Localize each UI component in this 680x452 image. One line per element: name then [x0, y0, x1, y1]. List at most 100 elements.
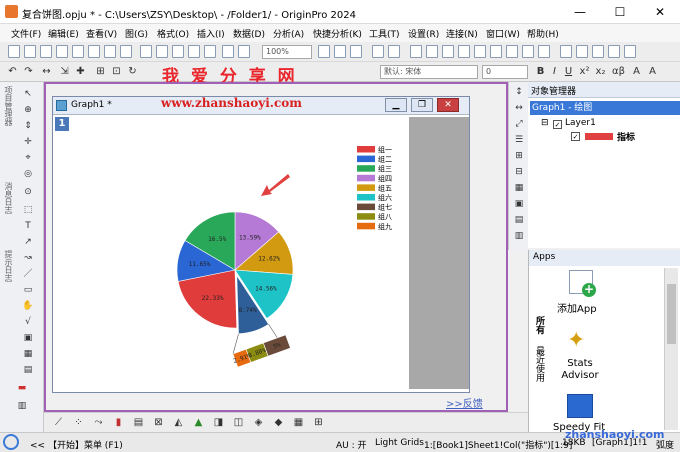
object-manager-icon[interactable] — [506, 45, 518, 58]
apps-gallery-icon[interactable] — [522, 45, 534, 58]
insert-image-icon[interactable]: ▦ — [22, 348, 34, 360]
graph-title-bar[interactable]: Graph1 * www.zhanshaoyi.com ▁ ❐ ✕ — [53, 96, 469, 115]
bold-button[interactable]: B — [534, 65, 547, 78]
curved-arrow-icon[interactable]: ↝ — [22, 252, 34, 264]
subscript-button[interactable]: x₂ — [594, 65, 607, 78]
add-legend-icon[interactable]: ☰ — [513, 134, 525, 146]
print-icon[interactable] — [238, 45, 250, 58]
merge-layers-icon[interactable]: ▤ — [513, 214, 525, 226]
messages-log-icon[interactable] — [474, 45, 486, 58]
add-axis-icon[interactable]: ⊟ — [513, 166, 525, 178]
menu-data[interactable]: 数据(D) — [233, 27, 265, 40]
r-console-icon[interactable] — [624, 45, 636, 58]
zoom-tool-icon[interactable]: ⊕ — [22, 104, 34, 116]
tree-item-plot[interactable]: 指标 — [617, 130, 635, 143]
command-window-icon[interactable] — [442, 45, 454, 58]
redo-icon[interactable]: ↷ — [22, 65, 35, 78]
recalculate-icon[interactable] — [350, 45, 362, 58]
pie-chart[interactable]: 13.59% 12.62% 14.56% 8.74% 22.33% 11.65% 16.5%… — [55, 117, 409, 389]
multi-panel-icon[interactable]: ◨ — [212, 416, 225, 429]
open-excel-icon[interactable] — [172, 45, 184, 58]
screen-reader-icon[interactable]: ✛ — [22, 136, 34, 148]
insert-graph-icon[interactable]: ▣ — [22, 332, 34, 344]
template-library-icon[interactable]: ▦ — [292, 416, 305, 429]
pointer-tool-icon[interactable]: ↖ — [22, 88, 34, 100]
new-function-icon[interactable] — [104, 45, 116, 58]
line-plot-icon[interactable]: ⟋ — [52, 416, 65, 429]
feedback-link[interactable]: >>反馈 — [446, 395, 483, 410]
speedy-fit-icon[interactable] — [567, 394, 593, 418]
graph-window[interactable]: Graph1 * www.zhanshaoyi.com ▁ ❐ ✕ 13.59%… — [52, 96, 470, 393]
add-app-icon[interactable]: + — [569, 270, 596, 297]
new-graph-icon[interactable] — [56, 45, 68, 58]
tree-item-graph[interactable]: Graph1 - 绘图 — [530, 101, 680, 115]
line-tool-icon[interactable]: ／ — [22, 268, 34, 280]
line-symbol-icon[interactable]: ⤳ — [92, 416, 105, 429]
status-start-menu[interactable]: << 【开始】菜单 (F1) — [30, 438, 123, 451]
data-reader-icon[interactable]: ⌖ — [22, 152, 34, 164]
add-column-icon[interactable] — [372, 45, 384, 58]
underline-button[interactable]: U — [562, 65, 575, 78]
bar-plot-icon[interactable]: ▤ — [132, 416, 145, 429]
region-icon[interactable]: ⬚ — [22, 204, 34, 216]
save-icon[interactable] — [188, 45, 200, 58]
text-tool-icon[interactable]: T — [22, 220, 34, 232]
app-center-icon[interactable] — [576, 45, 588, 58]
menu-settings[interactable]: 设置(R) — [408, 27, 439, 40]
learning-center-icon[interactable] — [538, 45, 550, 58]
new-matrix-icon[interactable] — [40, 45, 52, 58]
project-explorer-icon[interactable] — [410, 45, 422, 58]
close-button[interactable]: ✕ — [640, 0, 680, 24]
menu-file[interactable]: 文件(F) — [11, 27, 41, 40]
menu-analysis[interactable]: 分析(A) — [273, 27, 304, 40]
import-icon[interactable] — [222, 45, 234, 58]
code-builder-icon[interactable] — [388, 45, 400, 58]
script-window-icon[interactable] — [458, 45, 470, 58]
layer-checkbox[interactable]: ✓ — [553, 120, 562, 129]
menu-window[interactable]: 窗口(W) — [486, 27, 520, 40]
area-plot-icon[interactable]: ◭ — [172, 416, 185, 429]
smart-hint-icon[interactable] — [490, 45, 502, 58]
graph-minimize-button[interactable]: ▁ — [385, 98, 407, 112]
superscript-button[interactable]: x² — [578, 65, 591, 78]
app-label-add[interactable]: 添加App — [557, 300, 597, 315]
pointer-icon[interactable]: ↔ — [40, 65, 53, 78]
refresh-icon[interactable] — [318, 45, 330, 58]
graph-restore-button[interactable]: ❐ — [411, 98, 433, 112]
project-explorer-tab[interactable]: 项目管理器 — [3, 86, 14, 126]
graph-page[interactable]: 13.59% 12.62% 14.56% 8.74% 22.33% 11.65% 16.5%… — [55, 117, 409, 389]
minimize-button[interactable]: — — [560, 0, 600, 24]
menu-insert[interactable]: 插入(I) — [197, 27, 225, 40]
menu-edit[interactable]: 编辑(E) — [48, 27, 79, 40]
new-project-icon[interactable] — [8, 45, 20, 58]
scatter-plot-icon[interactable]: ⁘ — [72, 416, 85, 429]
insert-table-icon[interactable]: ▤ — [22, 364, 34, 376]
message-log-tab[interactable]: 消息日志 — [3, 182, 14, 214]
rescale-icon[interactable]: ⇲ — [58, 65, 71, 78]
apps-tab-all[interactable]: 所有 — [533, 316, 546, 334]
hand-tool-icon[interactable]: ✋ — [22, 300, 34, 312]
greek-button[interactable]: αβ — [612, 65, 625, 78]
python-icon[interactable] — [608, 45, 620, 58]
magic-wand-icon[interactable]: ✦ — [567, 328, 585, 353]
tips-log-tab[interactable]: 提示日志 — [3, 250, 14, 282]
apps-tab-recent[interactable]: 最近使用 — [533, 346, 546, 382]
equation-tool-icon[interactable]: √ — [22, 316, 34, 328]
menu-view[interactable]: 查看(V) — [86, 27, 117, 40]
zoom-in-icon[interactable]: ✚ — [74, 65, 87, 78]
annotation-icon[interactable]: ⊙ — [22, 186, 34, 198]
rescale-x-icon[interactable]: ↕ — [513, 86, 525, 98]
menu-help[interactable]: 帮助(H) — [527, 27, 559, 40]
new-layout-icon[interactable] — [72, 45, 84, 58]
app-label-stats-advisor[interactable]: Stats Advisor — [559, 358, 601, 382]
extract-layers-icon[interactable]: ▥ — [513, 230, 525, 242]
rescale-xy-icon[interactable]: ⤢ — [513, 118, 525, 130]
arrange-layers-icon[interactable]: ⊞ — [94, 65, 107, 78]
scroll-thumb[interactable] — [667, 284, 676, 344]
merge-icon[interactable]: ⊡ — [110, 65, 123, 78]
stacked-plot-icon[interactable]: ⊠ — [152, 416, 165, 429]
decrease-font-button[interactable]: A — [646, 65, 659, 78]
new-workbook-icon[interactable] — [24, 45, 36, 58]
new-notes-icon[interactable] — [88, 45, 100, 58]
statistics-plot-icon[interactable]: ◫ — [232, 416, 245, 429]
